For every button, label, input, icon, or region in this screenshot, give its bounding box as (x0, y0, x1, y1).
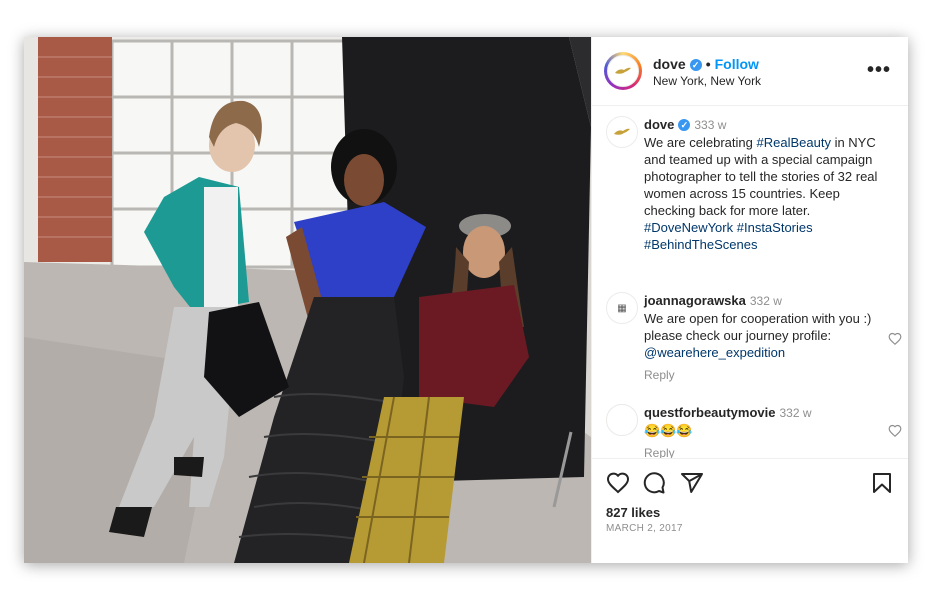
post-owner-row: dove ✓ • Follow (653, 56, 759, 72)
send-icon[interactable] (680, 471, 704, 495)
verified-badge-icon: ✓ (689, 59, 702, 71)
comment-text: questforbeautymovie 332 w 😂😂😂 (644, 404, 889, 439)
hashtag-link[interactable]: #DoveNewYork (644, 220, 733, 235)
comment-icon[interactable] (642, 471, 666, 495)
commenter-avatar-image (606, 404, 638, 436)
reply-button[interactable]: Reply (644, 368, 675, 382)
post-photo[interactable] (24, 37, 591, 563)
caption-time[interactable]: 333 w (694, 118, 726, 132)
comment-time: 332 w (749, 294, 782, 308)
likes-count[interactable]: 827 likes (606, 505, 660, 520)
comment-body: We are open for cooperation with you :) … (644, 311, 872, 343)
commenter-avatar-image: ▦ (606, 292, 638, 324)
hashtag-link[interactable]: #BehindTheScenes (644, 237, 757, 252)
hashtag-link[interactable]: #InstaStories (737, 220, 813, 235)
verified-badge-icon: ✓ (678, 119, 691, 131)
caption-block: dove ✓ 333 w We are celebrating #RealBeaut… (606, 116, 902, 266)
mention-link[interactable]: @wearehere_expedition (644, 345, 785, 360)
caption-text-part: We are celebrating (644, 135, 757, 150)
commenter-avatar[interactable] (606, 404, 638, 436)
post-actions-bar: 827 likes MARCH 2, 2017 (592, 458, 908, 563)
post-date[interactable]: MARCH 2, 2017 (606, 523, 683, 534)
comment-like-heart-icon[interactable] (888, 332, 902, 346)
commenter-avatar[interactable]: ▦ (606, 292, 638, 324)
post-header: dove ✓ • Follow New York, New York ••• (592, 37, 908, 106)
more-options-icon[interactable]: ••• (867, 59, 891, 82)
comment-like-heart-icon[interactable] (888, 424, 902, 438)
comment-username[interactable]: joannagorawska (644, 293, 746, 308)
post-username[interactable]: dove (653, 56, 686, 72)
post-side-panel: dove ✓ • Follow New York, New York ••• dove… (591, 37, 908, 563)
hashtag-link[interactable]: #RealBeauty (757, 135, 831, 150)
heart-icon[interactable] (606, 471, 630, 495)
reply-button[interactable]: Reply (644, 446, 675, 458)
comment-username[interactable]: questforbeautymovie (644, 405, 775, 420)
dove-logo-icon (607, 55, 639, 87)
comments-scroll-area[interactable]: dove ✓ 333 w We are celebrating #RealBeaut… (592, 106, 908, 458)
comment-time: 332 w (779, 406, 812, 420)
separator-dot: • (705, 56, 711, 72)
dove-logo-icon (606, 116, 638, 148)
comment-text: joannagorawska 332 w We are open for coop… (644, 292, 889, 361)
caption-text: dove ✓ 333 w We are celebrating #RealBeaut… (644, 116, 889, 253)
follow-button[interactable]: Follow (715, 56, 759, 72)
instagram-post-card: dove ✓ • Follow New York, New York ••• dove… (24, 37, 908, 563)
caption-avatar[interactable] (606, 116, 638, 148)
dove-avatar[interactable] (604, 52, 642, 90)
bookmark-icon[interactable] (870, 471, 894, 495)
comment-item: questforbeautymovie 332 w 😂😂😂 Reply (606, 404, 902, 458)
comment-item: ▦ joannagorawska 332 w We are open for co… (606, 292, 902, 392)
caption-username[interactable]: dove (644, 117, 674, 132)
post-location[interactable]: New York, New York (653, 74, 761, 88)
comment-body: 😂😂😂 (644, 423, 693, 438)
